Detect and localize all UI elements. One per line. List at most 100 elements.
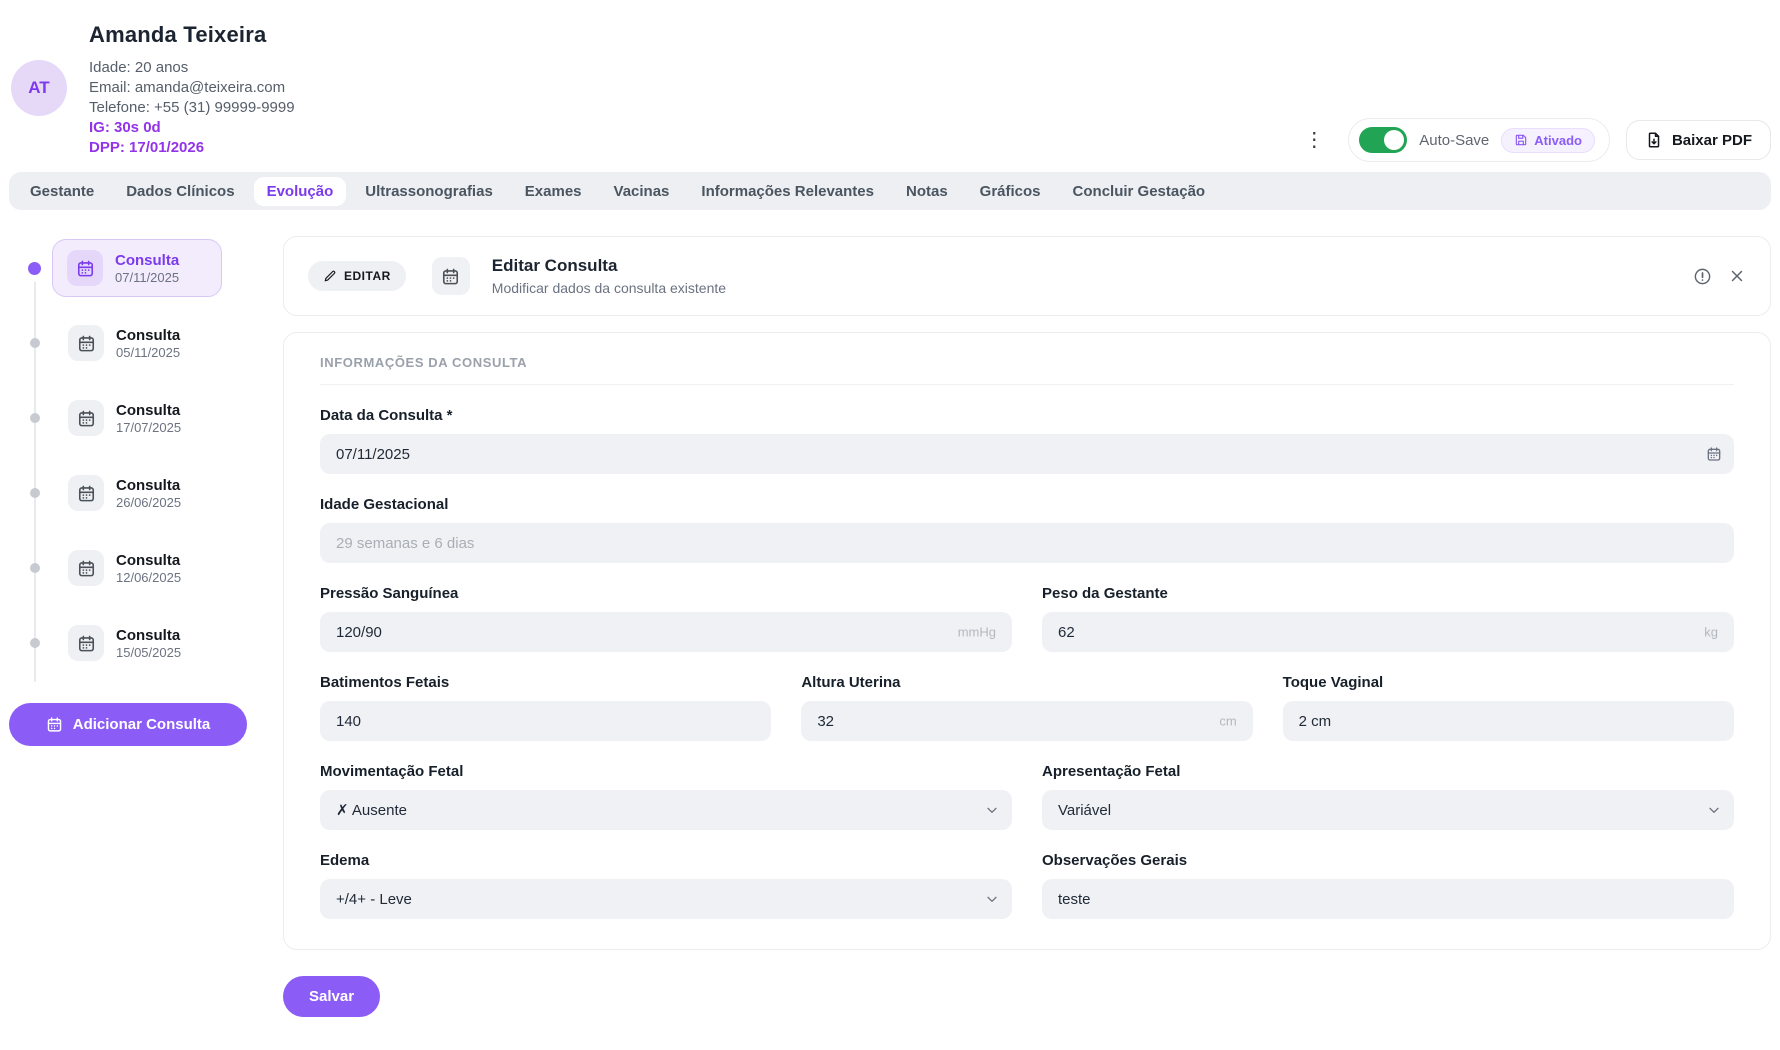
calendar-icon [68,475,104,511]
consultation-title: Consulta [115,251,179,270]
idade-gestacional-input[interactable] [320,523,1734,563]
field-toque-vaginal: Toque Vaginal [1283,674,1734,741]
timeline-dot [30,563,40,573]
pencil-icon [323,269,337,283]
data-consulta-input[interactable] [320,434,1734,474]
kebab-menu-icon[interactable]: ⋮ [1296,126,1332,154]
field-label: Movimentação Fetal [320,763,1012,780]
toque-vaginal-input[interactable] [1283,701,1734,741]
patient-phone: Telefone: +55 (31) 99999-9999 [89,98,295,118]
field-label: Toque Vaginal [1283,674,1734,691]
close-icon[interactable] [1728,267,1746,285]
apresentacao-fetal-select[interactable]: Variável [1042,790,1734,830]
tab-concluir-gestacao[interactable]: Concluir Gestação [1060,177,1219,206]
auto-save-toggle[interactable] [1359,127,1407,153]
chevron-down-icon [984,891,1000,907]
pressao-sanguinea-input[interactable] [320,612,1012,652]
field-apresentacao-fetal: Apresentação Fetal Variável [1042,763,1734,830]
timeline-dot [30,338,40,348]
consultation-title: Consulta [116,626,181,645]
tab-dados-clinicos[interactable]: Dados Clínicos [113,177,247,206]
edema-select[interactable]: +/4+ - Leve [320,879,1012,919]
consultation-date: 26/06/2025 [116,495,181,510]
altura-uterina-input[interactable] [801,701,1252,741]
field-peso-gestante: Peso da Gestante kg [1042,585,1734,652]
calendar-icon [68,400,104,436]
timeline-dot [30,413,40,423]
editor-header-card: EDITAR Editar Consulta Modificar dados d… [283,236,1771,316]
calendar-icon [46,716,63,733]
consultation-item-0[interactable]: Consulta 07/11/2025 [9,236,265,300]
field-observacoes-gerais: Observações Gerais [1042,852,1734,919]
tab-informacoes-relevantes[interactable]: Informações Relevantes [688,177,887,206]
field-label: Peso da Gestante [1042,585,1734,602]
select-value: ✗ Ausente [336,801,407,819]
add-consultation-button[interactable]: Adicionar Consulta [9,703,247,746]
peso-gestante-input[interactable] [1042,612,1734,652]
observacoes-gerais-input[interactable] [1042,879,1734,919]
tab-gestante[interactable]: Gestante [17,177,107,206]
auto-save-label: Auto-Save [1419,132,1489,149]
field-edema: Edema +/4+ - Leve [320,852,1012,919]
chevron-down-icon [1706,802,1722,818]
calendar-icon [68,625,104,661]
field-movimentacao-fetal: Movimentação Fetal ✗ Ausente [320,763,1012,830]
tab-evolucao[interactable]: Evolução [254,177,347,206]
patient-header: AT Amanda Teixeira Idade: 20 anos Email:… [9,0,1771,172]
timeline-dot [30,638,40,648]
timeline-dot [30,488,40,498]
edit-mode-chip[interactable]: EDITAR [308,261,406,291]
tab-notas[interactable]: Notas [893,177,961,206]
tab-ultrassonografias[interactable]: Ultrassonografias [352,177,506,206]
consultation-item-4[interactable]: Consulta 12/06/2025 [9,536,265,600]
file-download-icon [1645,131,1663,149]
batimentos-fetais-input[interactable] [320,701,771,741]
download-pdf-button[interactable]: Baixar PDF [1626,120,1771,160]
tab-exames[interactable]: Exames [512,177,595,206]
save-button[interactable]: Salvar [283,976,380,1017]
patient-name: Amanda Teixeira [89,22,295,48]
field-label: Idade Gestacional [320,496,1734,513]
field-label: Data da Consulta * [320,407,1734,424]
consultation-date: 07/11/2025 [115,270,179,285]
patient-dpp: DPP: 17/01/2026 [89,138,295,158]
consultation-date: 17/07/2025 [116,420,181,435]
tab-graficos[interactable]: Gráficos [967,177,1054,206]
auto-save-status-badge: Ativado [1501,128,1595,153]
avatar: AT [11,60,67,116]
auto-save-control: Auto-Save Ativado [1348,118,1610,162]
add-consultation-label: Adicionar Consulta [73,716,211,733]
select-value: Variável [1058,802,1111,819]
floppy-icon [1514,133,1528,147]
field-label: Altura Uterina [801,674,1252,691]
patient-info: AT Amanda Teixeira Idade: 20 anos Email:… [9,22,295,172]
header-actions: ⋮ Auto-Save Ativado Baixar PDF [1296,118,1771,162]
editor-title: Editar Consulta [492,256,726,276]
consultation-title: Consulta [116,476,181,495]
main-tab-bar: Gestante Dados Clínicos Evolução Ultrass… [9,172,1771,210]
consultation-item-3[interactable]: Consulta 26/06/2025 [9,461,265,525]
section-title: INFORMAÇÕES DA CONSULTA [320,355,1734,385]
consultation-item-2[interactable]: Consulta 17/07/2025 [9,386,265,450]
patient-age: Idade: 20 anos [89,58,295,78]
consultation-date: 05/11/2025 [116,345,180,360]
field-label: Batimentos Fetais [320,674,771,691]
timeline-dot [28,262,41,275]
calendar-icon [68,550,104,586]
consultation-date: 15/05/2025 [116,645,181,660]
chevron-down-icon [984,802,1000,818]
info-icon[interactable] [1693,267,1712,286]
field-altura-uterina: Altura Uterina cm [801,674,1252,741]
consultation-item-5[interactable]: Consulta 15/05/2025 [9,611,265,675]
field-label: Observações Gerais [1042,852,1734,869]
consultation-item-1[interactable]: Consulta 05/11/2025 [9,311,265,375]
consultations-sidebar: Consulta 07/11/2025 Consulta 05/11/2025 [9,236,265,1017]
patient-email: Email: amanda@teixeira.com [89,78,295,98]
field-label: Edema [320,852,1012,869]
movimentacao-fetal-select[interactable]: ✗ Ausente [320,790,1012,830]
select-value: +/4+ - Leve [336,891,412,908]
edit-chip-label: EDITAR [344,269,391,283]
field-pressao-sanguinea: Pressão Sanguínea mmHg [320,585,1012,652]
tab-vacinas[interactable]: Vacinas [601,177,683,206]
consultation-title: Consulta [116,551,181,570]
